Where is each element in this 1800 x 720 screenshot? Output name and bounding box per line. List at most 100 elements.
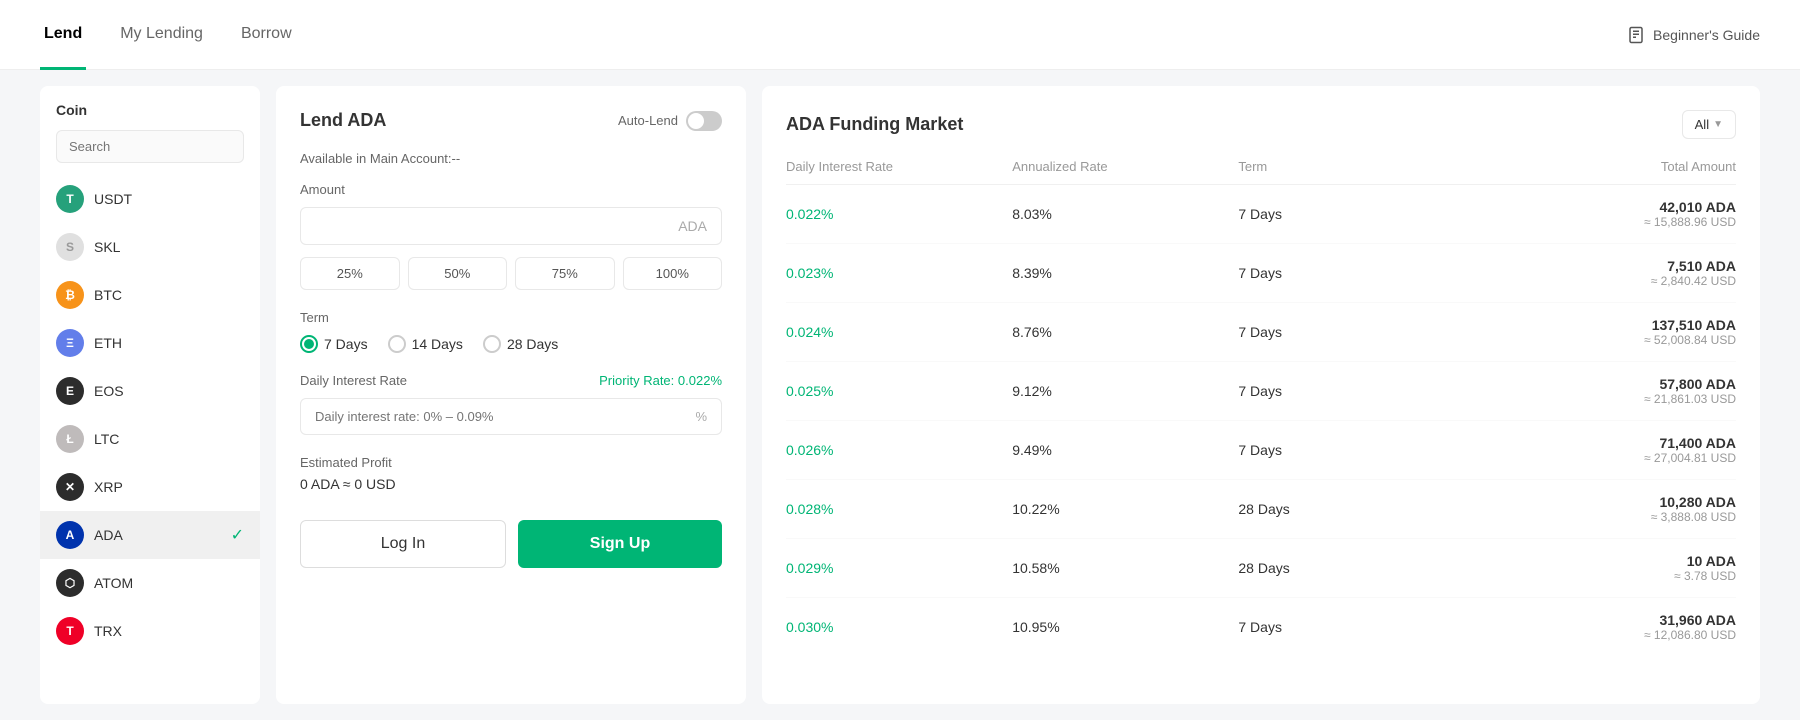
term-cell: 7 Days bbox=[1238, 206, 1464, 222]
percent-button-75[interactable]: 75% bbox=[515, 257, 615, 290]
total-amount-cell: 7,510 ADA ≈ 2,840.42 USD bbox=[1465, 258, 1736, 288]
amount-input[interactable] bbox=[315, 218, 678, 234]
beginner-guide-label: Beginner's Guide bbox=[1653, 27, 1760, 43]
coin-icon-eth: Ξ bbox=[56, 329, 84, 357]
coin-item-eos[interactable]: E EOS bbox=[40, 367, 260, 415]
usd-amount: ≈ 3.78 USD bbox=[1465, 569, 1736, 583]
daily-rate-cell[interactable]: 0.028% bbox=[786, 501, 1012, 517]
coin-left: Ξ ETH bbox=[56, 329, 122, 357]
lend-title: Lend ADA bbox=[300, 110, 386, 131]
coin-name-eth: ETH bbox=[94, 335, 122, 351]
coin-icon-xrp: ✕ bbox=[56, 473, 84, 501]
tab-borrow[interactable]: Borrow bbox=[237, 1, 296, 70]
interest-unit: % bbox=[695, 409, 707, 424]
daily-rate-cell[interactable]: 0.029% bbox=[786, 560, 1012, 576]
term-cell: 7 Days bbox=[1238, 383, 1464, 399]
term-option-28-days[interactable]: 28 Days bbox=[483, 335, 558, 353]
annualized-rate-cell: 8.76% bbox=[1012, 324, 1238, 340]
daily-rate-cell[interactable]: 0.030% bbox=[786, 619, 1012, 635]
coin-item-xrp[interactable]: ✕ XRP bbox=[40, 463, 260, 511]
term-cell: 7 Days bbox=[1238, 619, 1464, 635]
coin-left: T USDT bbox=[56, 185, 132, 213]
coin-item-btc[interactable]: ₿ BTC bbox=[40, 271, 260, 319]
coin-item-usdt[interactable]: T USDT bbox=[40, 175, 260, 223]
coin-item-trx[interactable]: T TRX bbox=[40, 607, 260, 655]
term-option-14-days[interactable]: 14 Days bbox=[388, 335, 463, 353]
coin-left: Ł LTC bbox=[56, 425, 119, 453]
coin-item-ltc[interactable]: Ł LTC bbox=[40, 415, 260, 463]
term-label-text: 14 Days bbox=[412, 336, 463, 352]
annualized-rate-cell: 9.12% bbox=[1012, 383, 1238, 399]
lend-header: Lend ADA Auto-Lend bbox=[300, 110, 722, 131]
coin-item-skl[interactable]: S SKL bbox=[40, 223, 260, 271]
term-cell: 7 Days bbox=[1238, 324, 1464, 340]
percent-button-25[interactable]: 25% bbox=[300, 257, 400, 290]
annualized-rate-cell: 9.49% bbox=[1012, 442, 1238, 458]
tab-lend[interactable]: Lend bbox=[40, 1, 86, 70]
coin-item-ada[interactable]: A ADA ✓ bbox=[40, 511, 260, 559]
amount-currency: ADA bbox=[678, 218, 707, 234]
coin-name-usdt: USDT bbox=[94, 191, 132, 207]
annualized-rate-cell: 8.39% bbox=[1012, 265, 1238, 281]
annualized-rate-cell: 10.95% bbox=[1012, 619, 1238, 635]
radio-inner bbox=[304, 339, 314, 349]
term-cell: 7 Days bbox=[1238, 442, 1464, 458]
beginner-guide-button[interactable]: Beginner's Guide bbox=[1627, 26, 1760, 44]
coin-icon-btc: ₿ bbox=[56, 281, 84, 309]
usd-amount: ≈ 15,888.96 USD bbox=[1465, 215, 1736, 229]
profit-label: Estimated Profit bbox=[300, 455, 722, 470]
coin-icon-skl: S bbox=[56, 233, 84, 261]
term-option-7-days[interactable]: 7 Days bbox=[300, 335, 368, 353]
coin-icon-usdt: T bbox=[56, 185, 84, 213]
radio-circle bbox=[388, 335, 406, 353]
priority-rate: Priority Rate: 0.022% bbox=[599, 373, 722, 388]
interest-label: Daily Interest Rate bbox=[300, 373, 407, 388]
profit-value: 0 ADA ≈ 0 USD bbox=[300, 476, 722, 492]
daily-rate-cell[interactable]: 0.024% bbox=[786, 324, 1012, 340]
table-row: 0.026% 9.49% 7 Days 71,400 ADA ≈ 27,004.… bbox=[786, 421, 1736, 480]
annualized-rate-cell: 10.58% bbox=[1012, 560, 1238, 576]
term-cell: 7 Days bbox=[1238, 265, 1464, 281]
auto-lend-row: Auto-Lend bbox=[618, 111, 722, 131]
coin-item-eth[interactable]: Ξ ETH bbox=[40, 319, 260, 367]
coin-left: S SKL bbox=[56, 233, 120, 261]
total-amount-cell: 42,010 ADA ≈ 15,888.96 USD bbox=[1465, 199, 1736, 229]
priority-rate-label: Priority Rate: bbox=[599, 373, 674, 388]
table-row: 0.028% 10.22% 28 Days 10,280 ADA ≈ 3,888… bbox=[786, 480, 1736, 539]
daily-rate-cell[interactable]: 0.025% bbox=[786, 383, 1012, 399]
daily-rate-cell[interactable]: 0.023% bbox=[786, 265, 1012, 281]
coin-name-skl: SKL bbox=[94, 239, 120, 255]
percent-button-100[interactable]: 100% bbox=[623, 257, 723, 290]
nav-tab-group: Lend My Lending Borrow bbox=[40, 0, 296, 69]
coin-left: T TRX bbox=[56, 617, 122, 645]
amount-label: Amount bbox=[300, 182, 722, 197]
search-input[interactable] bbox=[56, 130, 244, 163]
coin-left: E EOS bbox=[56, 377, 124, 405]
th-daily-interest-rate: Daily Interest Rate bbox=[786, 159, 1012, 174]
interest-input-wrap: % bbox=[300, 398, 722, 435]
total-amount-cell: 10 ADA ≈ 3.78 USD bbox=[1465, 553, 1736, 583]
th-annualized-rate: Annualized Rate bbox=[1012, 159, 1238, 174]
coin-item-atom[interactable]: ⬡ ATOM bbox=[40, 559, 260, 607]
filter-chevron-icon: ▼ bbox=[1713, 119, 1723, 130]
coin-name-trx: TRX bbox=[94, 623, 122, 639]
percent-button-50[interactable]: 50% bbox=[408, 257, 508, 290]
daily-rate-cell[interactable]: 0.026% bbox=[786, 442, 1012, 458]
auto-lend-toggle[interactable] bbox=[686, 111, 722, 131]
market-header: ADA Funding Market All ▼ bbox=[786, 110, 1736, 139]
coin-name-eos: EOS bbox=[94, 383, 124, 399]
main-amount: 10 ADA bbox=[1465, 553, 1736, 569]
action-buttons: Log In Sign Up bbox=[300, 520, 722, 568]
coin-icon-ada: A bbox=[56, 521, 84, 549]
filter-all-button[interactable]: All ▼ bbox=[1682, 110, 1736, 139]
available-balance: Available in Main Account:-- bbox=[300, 151, 722, 166]
market-title: ADA Funding Market bbox=[786, 114, 963, 135]
login-button[interactable]: Log In bbox=[300, 520, 506, 568]
daily-rate-cell[interactable]: 0.022% bbox=[786, 206, 1012, 222]
th-total-amount: Total Amount bbox=[1465, 159, 1736, 174]
main-amount: 31,960 ADA bbox=[1465, 612, 1736, 628]
tab-my-lending[interactable]: My Lending bbox=[116, 1, 207, 70]
signup-button[interactable]: Sign Up bbox=[518, 520, 722, 568]
term-label-text: 7 Days bbox=[324, 336, 368, 352]
interest-rate-input[interactable] bbox=[315, 409, 695, 424]
